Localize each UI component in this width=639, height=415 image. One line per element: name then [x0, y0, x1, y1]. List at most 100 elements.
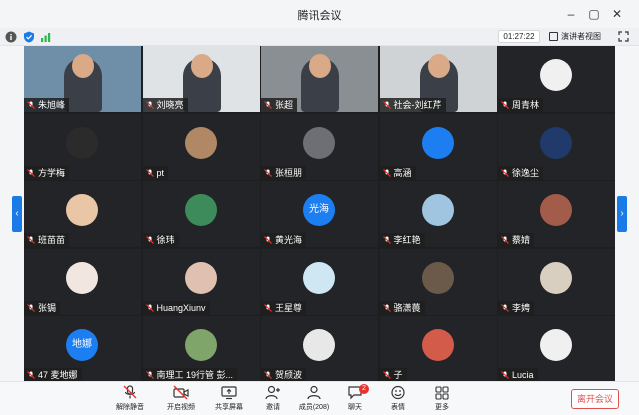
participant-name-tag: 张超: [261, 98, 298, 112]
participant-tile[interactable]: 周青林: [498, 46, 615, 112]
participant-name: 班苗苗: [38, 235, 66, 245]
avatar: [184, 194, 217, 226]
speaker-view-icon: [549, 32, 558, 41]
participant-tile[interactable]: 子: [379, 316, 497, 382]
avatar: [421, 194, 454, 226]
participant-name: 徐玮: [156, 235, 175, 245]
minimize-icon[interactable]: –: [563, 6, 579, 22]
participant-name-tag: 贺颀波: [261, 368, 307, 382]
participant-tile[interactable]: 李红艳: [379, 181, 497, 247]
maximize-icon[interactable]: ▢: [586, 6, 602, 22]
invite-label: 邀请: [266, 404, 280, 411]
participant-tile[interactable]: 张锔: [24, 248, 141, 315]
participant-tile[interactable]: 王星尊: [261, 248, 378, 315]
participant-tile[interactable]: 贺颀波: [261, 316, 378, 382]
participant-tile[interactable]: 方学梅: [24, 113, 141, 180]
more-button[interactable]: 更多: [420, 385, 464, 415]
info-icon[interactable]: [5, 31, 17, 43]
mic-muted-icon: [382, 236, 391, 244]
participant-tile[interactable]: 高涵: [379, 113, 497, 180]
participant-name: HuangXiunv: [156, 302, 206, 313]
invite-button[interactable]: 邀请: [251, 385, 295, 415]
participant-name-tag: 刘晓亮: [142, 98, 188, 112]
chat-badge: 2: [359, 384, 369, 394]
participant-tile[interactable]: 张超: [261, 46, 378, 112]
unmute-label: 解除静音: [116, 404, 144, 411]
participant-name: 南理工 19行管 彭...: [156, 370, 234, 380]
smile-icon: [391, 385, 405, 400]
mic-muted-icon: [264, 236, 272, 244]
chat-button[interactable]: 2 聊天: [333, 384, 377, 415]
participant-name: 社会-刘红芹: [393, 100, 442, 110]
participant-tile[interactable]: HuangXiunv: [142, 248, 260, 315]
avatar: [540, 59, 572, 91]
video-face: [72, 54, 94, 78]
participant-name: 张超: [275, 100, 294, 110]
participant-name-tag: 李红艳: [379, 233, 425, 247]
participant-name: 方学梅: [38, 167, 66, 178]
video-off-icon: [173, 385, 189, 400]
chat-label: 聊天: [348, 404, 362, 411]
participant-tile[interactable]: 光海 黄光海: [261, 181, 378, 247]
mic-muted-icon: [501, 168, 509, 177]
prev-page-button[interactable]: ‹: [12, 196, 22, 232]
participant-name-tag: 班苗苗: [24, 233, 70, 247]
participant-name: 刘晓亮: [156, 100, 184, 110]
participant-tile[interactable]: 地娜 47 麦地娜: [24, 316, 141, 382]
mic-muted-icon: [27, 303, 35, 312]
shield-icon[interactable]: [23, 31, 35, 43]
participant-name: 张桓朋: [275, 167, 303, 178]
avatar: [66, 126, 98, 159]
mic-muted-icon: [145, 101, 154, 109]
participant-name: 骆潇葨: [393, 302, 421, 313]
participant-tile[interactable]: 班苗苗: [24, 181, 141, 247]
signal-icon[interactable]: [40, 31, 52, 43]
mic-off-icon: [123, 385, 137, 399]
mic-muted-icon: [27, 168, 35, 177]
participant-name-tag: pt: [142, 165, 169, 180]
participant-tile[interactable]: 李娉: [498, 248, 615, 315]
reactions-label: 表情: [391, 404, 405, 411]
participant-name: 朱旭峰: [38, 100, 66, 110]
participant-name-tag: 社会-刘红芹: [379, 98, 446, 112]
participant-name-tag: 王星尊: [261, 300, 307, 315]
mic-muted-icon: [501, 371, 509, 379]
members-button[interactable]: 成员(208): [292, 385, 336, 415]
mic-muted-icon: [382, 371, 391, 379]
participant-grid: 朱旭峰 刘晓亮 张超 社会-刘红芹 周青林方学梅 pt 张桓朋 高涵 徐逸尘班苗苗 徐玮 光海 黄光海…: [24, 46, 615, 382]
participant-tile[interactable]: 蔡婧: [498, 181, 615, 247]
participant-tile[interactable]: 徐玮: [142, 181, 260, 247]
next-page-button[interactable]: ›: [617, 196, 627, 232]
participant-tile[interactable]: 刘晓亮: [142, 46, 260, 112]
avatar: [540, 261, 572, 294]
speaker-view-button[interactable]: 演讲者视图: [549, 30, 601, 43]
share-screen-button[interactable]: 共享屏幕: [207, 385, 251, 415]
fullscreen-icon[interactable]: [618, 31, 629, 42]
leave-meeting-button[interactable]: 离开会议: [571, 389, 619, 409]
avatar: [540, 194, 572, 226]
participant-name-tag: 骆潇葨: [379, 300, 425, 315]
reactions-button[interactable]: 表情: [376, 385, 420, 415]
participant-tile[interactable]: pt: [142, 113, 260, 180]
share-screen-label: 共享屏幕: [215, 404, 243, 411]
more-label: 更多: [435, 404, 449, 411]
participant-name: 黄光海: [275, 235, 303, 245]
participant-name: 47 麦地娜: [38, 370, 78, 380]
mic-muted-icon: [145, 371, 154, 379]
unmute-button[interactable]: 解除静音: [108, 385, 152, 415]
participant-tile[interactable]: 南理工 19行管 彭...: [142, 316, 260, 382]
participant-name-tag: 张锔: [24, 300, 61, 315]
share-screen-icon: [221, 386, 237, 400]
participant-tile[interactable]: 骆潇葨: [379, 248, 497, 315]
participant-tile[interactable]: 张桓朋: [261, 113, 378, 180]
participant-name: 高涵: [393, 167, 412, 178]
participant-tile[interactable]: 朱旭峰: [24, 46, 141, 112]
members-label: 成员(208): [298, 404, 330, 411]
close-icon[interactable]: ✕: [609, 6, 625, 22]
participant-tile[interactable]: Lucia: [498, 316, 615, 382]
participant-name: 李娉: [512, 302, 531, 313]
participant-tile[interactable]: 徐逸尘: [498, 113, 615, 180]
participant-name-tag: 朱旭峰: [24, 98, 70, 112]
start-video-button[interactable]: 开启视频: [159, 385, 203, 415]
participant-tile[interactable]: 社会-刘红芹: [379, 46, 497, 112]
